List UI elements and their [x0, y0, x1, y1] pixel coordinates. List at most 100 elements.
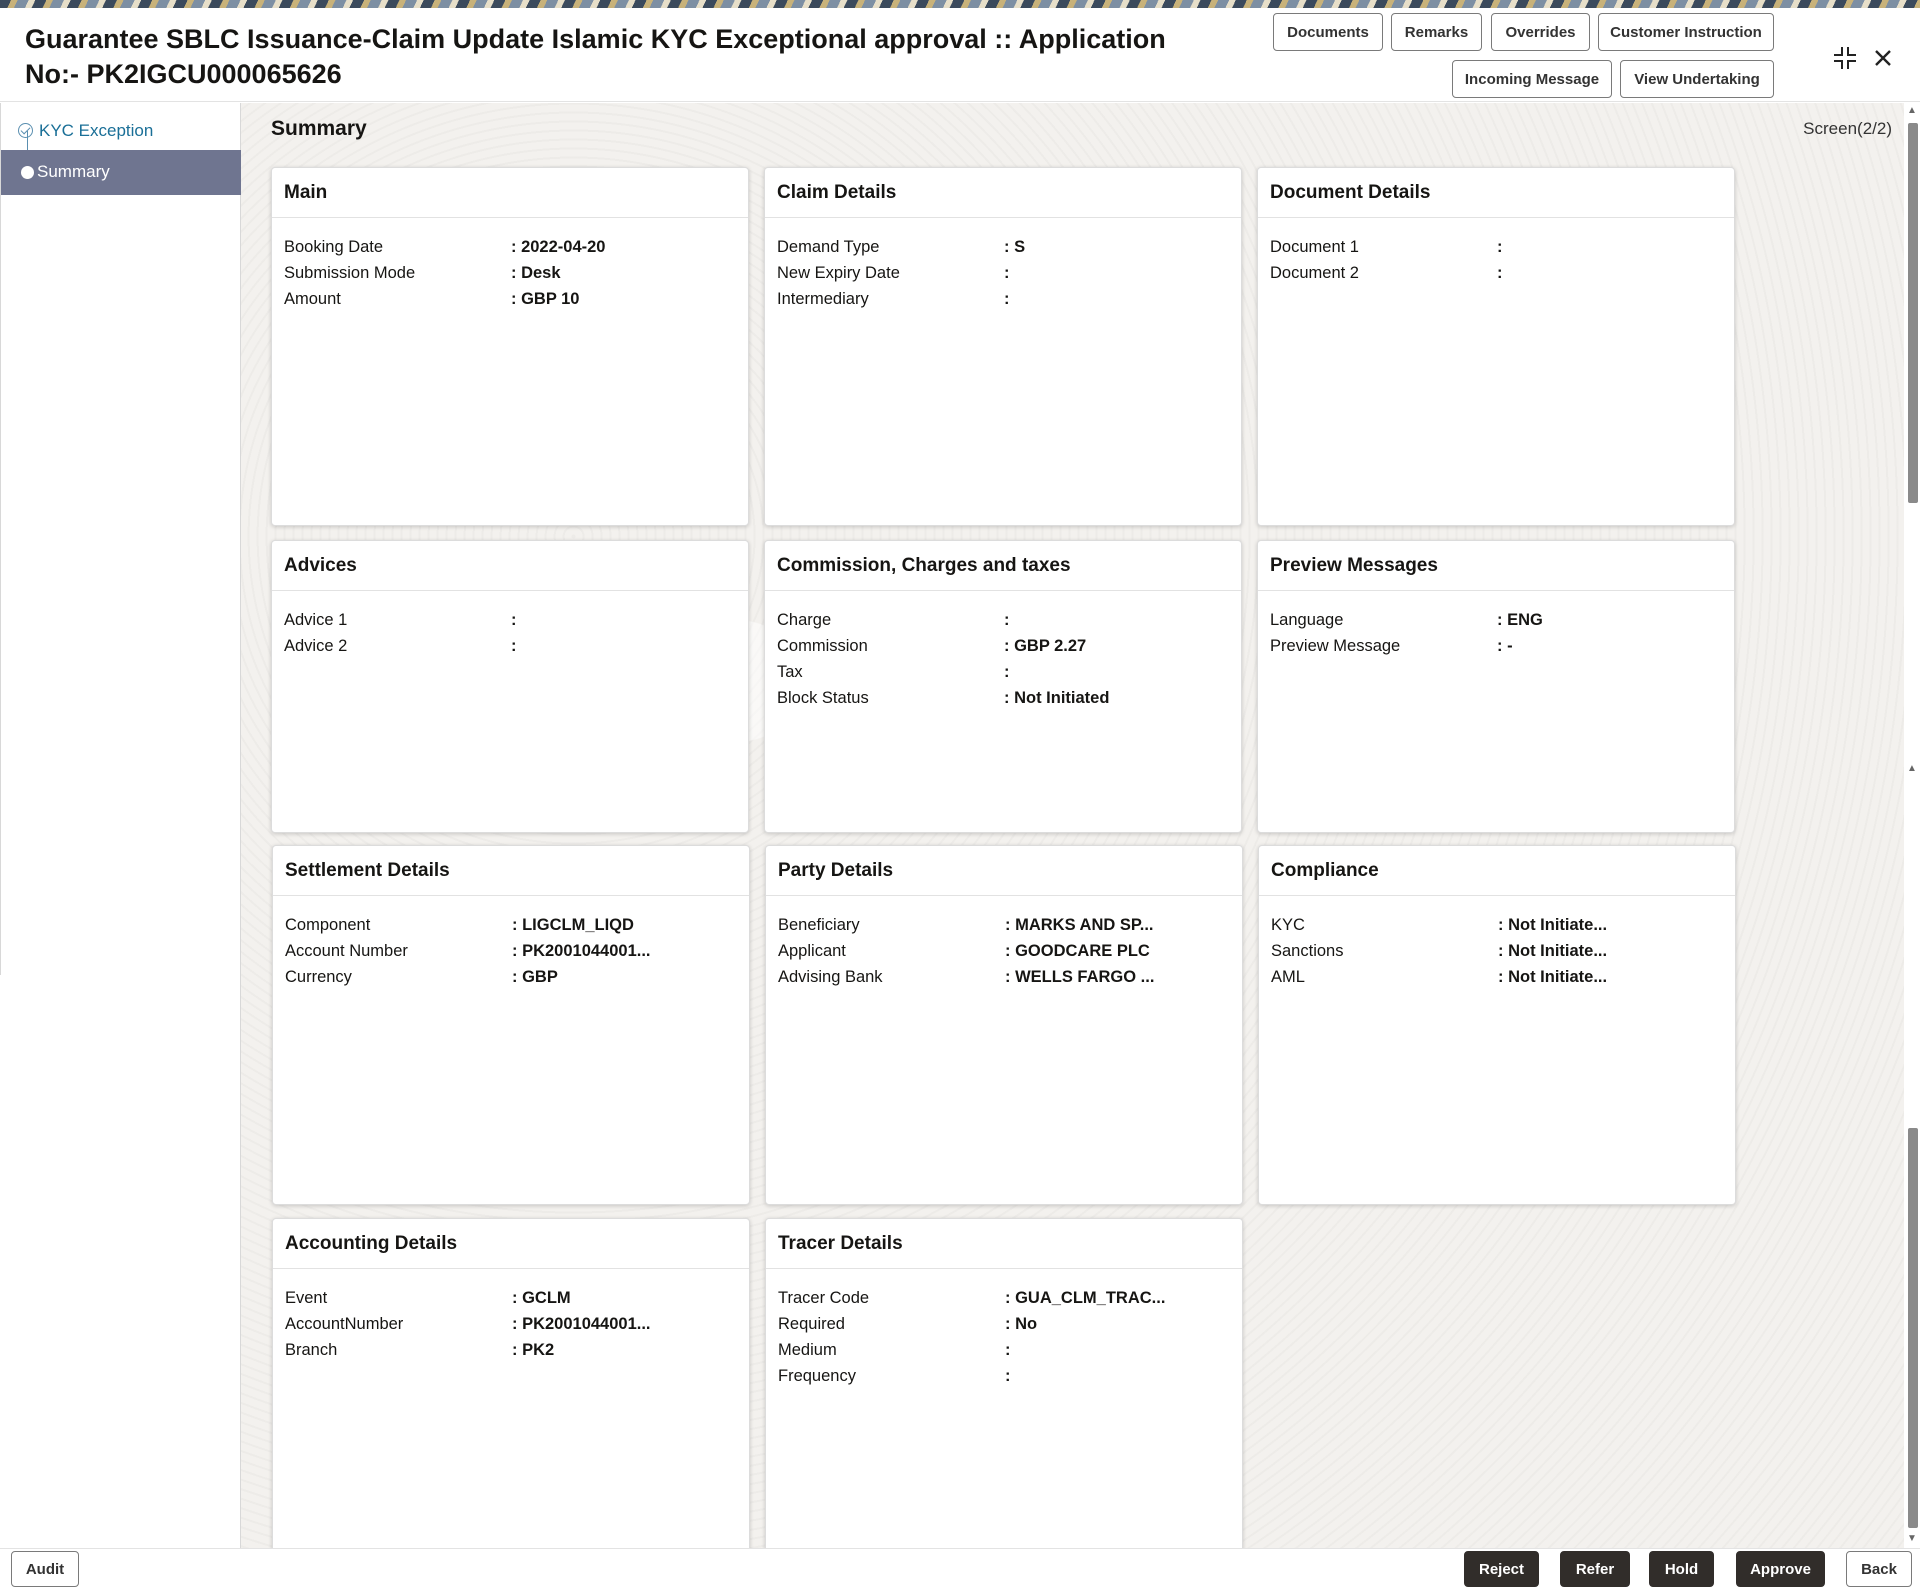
field-row: Advising Bank : WELLS FARGO ... — [778, 964, 1230, 990]
card-title: Claim Details — [765, 168, 1241, 218]
sidebar-item-summary[interactable]: Summary — [1, 150, 241, 195]
field-value: : - — [1497, 637, 1513, 655]
field-value: : No — [1005, 1315, 1038, 1333]
card-title: Preview Messages — [1258, 541, 1734, 591]
field-row: Booking Date: 2022-04-20 — [284, 234, 736, 260]
refer-button[interactable]: Refer — [1560, 1551, 1630, 1587]
field-value: : PK2 — [512, 1341, 555, 1359]
back-button[interactable]: Back — [1846, 1551, 1912, 1587]
field-label: Branch — [285, 1341, 338, 1359]
field-label: Advising Bank — [778, 968, 883, 986]
card-preview-messages[interactable]: Preview Messages Language: ENG Preview M… — [1257, 540, 1735, 833]
card-title: Document Details — [1258, 168, 1734, 218]
field-row: KYC : Not Initiate... — [1271, 912, 1723, 938]
step-sidebar: KYC Exception Summary — [0, 103, 241, 975]
field-label: KYC — [1271, 916, 1305, 934]
customer-instruction-button[interactable]: Customer Instruction — [1598, 13, 1774, 51]
field-row: New Expiry Date: — [777, 260, 1229, 286]
screen-indicator: Screen(2/2) — [1803, 119, 1892, 138]
field-label: Event — [285, 1289, 328, 1307]
overrides-button[interactable]: Overrides — [1491, 13, 1590, 51]
card-commission-charges-taxes[interactable]: Commission, Charges and taxes Charge: Co… — [764, 540, 1242, 833]
field-row: Amount: GBP 10 — [284, 286, 736, 312]
card-tracer-details[interactable]: Tracer Details Tracer Code: GUA_CLM_TRAC… — [765, 1218, 1243, 1548]
card-advices[interactable]: Advices Advice 1: Advice 2: — [271, 540, 749, 833]
card-title: Compliance — [1259, 846, 1735, 896]
field-label: Medium — [778, 1341, 837, 1359]
view-undertaking-button[interactable]: View Undertaking — [1620, 60, 1774, 98]
card-accounting-details[interactable]: Accounting Details Event : GCLM AccountNu… — [272, 1218, 750, 1548]
field-row: Document 1: — [1270, 234, 1722, 260]
field-value: : WELLS FARGO ... — [1005, 968, 1155, 986]
field-row: Block Status: Not Initiated — [777, 685, 1229, 711]
card-party-details[interactable]: Party Details Beneficiary : MARKS AND SP.… — [765, 845, 1243, 1205]
field-label: Submission Mode — [284, 264, 416, 282]
field-value: : — [511, 637, 517, 655]
field-value: : MARKS AND SP... — [1005, 916, 1154, 934]
field-value: : LIGCLM_LIQD — [512, 916, 634, 934]
scroll-up-arrow-icon[interactable]: ▲ — [1907, 763, 1917, 774]
field-value: : — [1004, 663, 1010, 681]
close-icon[interactable] — [1869, 44, 1897, 72]
incoming-message-button[interactable]: Incoming Message — [1452, 60, 1612, 98]
field-value: : GBP 10 — [511, 290, 580, 308]
field-value: : — [1004, 264, 1010, 282]
close-icon-svg — [1875, 50, 1891, 66]
app-header: Guarantee SBLC Issuance-Claim Update Isl… — [0, 8, 1920, 102]
card-title: Advices — [272, 541, 748, 591]
field-row: Charge: — [777, 607, 1229, 633]
field-row: AccountNumber: PK2001044001... — [285, 1311, 737, 1337]
hold-button[interactable]: Hold — [1649, 1551, 1714, 1587]
sidebar-item-kyc-exception[interactable]: KYC Exception — [1, 109, 241, 154]
card-claim-details[interactable]: Claim Details Demand Type: S New Expiry … — [764, 167, 1242, 526]
field-row: Tax: — [777, 659, 1229, 685]
field-value: : GBP 2.27 — [1004, 637, 1087, 655]
card-document-details[interactable]: Document Details Document 1: Document 2: — [1257, 167, 1735, 526]
vertical-scrollbar[interactable]: ▲ ▲ ▼ — [1904, 103, 1920, 1548]
field-row: Language: ENG — [1270, 607, 1722, 633]
card-title: Commission, Charges and taxes — [765, 541, 1241, 591]
field-row: Medium: — [778, 1337, 1230, 1363]
collapse-icon[interactable] — [1831, 44, 1859, 72]
documents-button[interactable]: Documents — [1273, 13, 1383, 51]
card-title: Accounting Details — [273, 1219, 749, 1269]
sidebar-item-label: KYC Exception — [39, 121, 154, 140]
card-title: Tracer Details — [766, 1219, 1242, 1269]
field-value: : ENG — [1497, 611, 1543, 629]
field-label: Component — [285, 916, 371, 934]
reject-button[interactable]: Reject — [1464, 1551, 1539, 1587]
scroll-down-arrow-icon[interactable]: ▼ — [1907, 1533, 1917, 1544]
field-value: : GBP — [512, 968, 558, 986]
card-main[interactable]: Main Booking Date: 2022-04-20 Submission… — [271, 167, 749, 526]
scrollbar-thumb-lower[interactable] — [1908, 1128, 1918, 1528]
field-value: : GOODCARE PLC — [1005, 942, 1150, 960]
step-dot-icon — [21, 166, 34, 179]
field-row: Tracer Code: GUA_CLM_TRAC... — [778, 1285, 1230, 1311]
action-footer: Audit Reject Refer Hold Approve Back — [0, 1548, 1920, 1587]
check-circle-icon — [18, 123, 33, 138]
scroll-up-arrow-icon[interactable]: ▲ — [1907, 105, 1917, 116]
field-label: Commission — [777, 637, 868, 655]
field-row: Advice 1: — [284, 607, 736, 633]
field-label: Intermediary — [777, 290, 869, 308]
field-value: : GCLM — [512, 1289, 571, 1307]
field-row: Preview Message: - — [1270, 633, 1722, 659]
field-label: Beneficiary — [778, 916, 860, 934]
card-title: Party Details — [766, 846, 1242, 896]
field-label: Tracer Code — [778, 1289, 870, 1307]
approve-button[interactable]: Approve — [1736, 1551, 1825, 1587]
remarks-button[interactable]: Remarks — [1391, 13, 1482, 51]
field-row: Currency: GBP — [285, 964, 737, 990]
field-label: AML — [1271, 968, 1305, 986]
field-row: Sanctions: Not Initiate... — [1271, 938, 1723, 964]
field-label: Account Number — [285, 942, 408, 960]
audit-button[interactable]: Audit — [11, 1551, 79, 1587]
field-label: Required — [778, 1315, 845, 1333]
scrollbar-thumb-upper[interactable] — [1908, 123, 1918, 503]
field-value: : — [1005, 1367, 1011, 1385]
field-value: : Not Initiate... — [1498, 916, 1608, 934]
card-settlement-details[interactable]: Settlement Details Component: LIGCLM_LIQ… — [272, 845, 750, 1205]
field-label: Sanctions — [1271, 942, 1344, 960]
card-compliance[interactable]: Compliance KYC : Not Initiate... Sanction… — [1258, 845, 1736, 1205]
field-row: Required : No — [778, 1311, 1230, 1337]
